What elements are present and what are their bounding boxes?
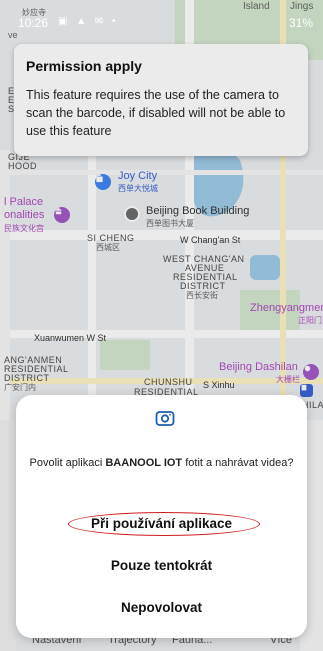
camera-icon: [155, 411, 175, 426]
dialog-message: Povolit aplikaci BAANOOL IOT fotit a nah…: [26, 455, 297, 471]
camera-permission-dialog: Povolit aplikaci BAANOOL IOT fotit a nah…: [16, 395, 307, 638]
allow-while-using-button[interactable]: Při používání aplikace: [36, 509, 287, 539]
dialog-message-prefix: Povolit aplikaci: [29, 457, 106, 469]
permission-banner-message: This feature requires the use of the cam…: [26, 88, 286, 138]
status-time: 10:26: [18, 16, 49, 30]
battery-level: 31%: [288, 16, 313, 30]
notification-icons: ▣ ▲ ✉ •: [58, 16, 119, 27]
dialog-app-name: BAANOOL IOT: [105, 457, 183, 469]
permission-banner-title: Permission apply: [26, 58, 142, 74]
permission-banner: Permission apply This feature requires t…: [14, 44, 308, 156]
deny-button[interactable]: Nepovolovat: [36, 593, 287, 623]
allow-only-this-time-button[interactable]: Pouze tentokrát: [36, 551, 287, 581]
dialog-message-suffix: fotit a nahrávat videa?: [182, 457, 294, 469]
status-bar: 10:26 ▣ ▲ ✉ • 31%: [0, 0, 323, 30]
